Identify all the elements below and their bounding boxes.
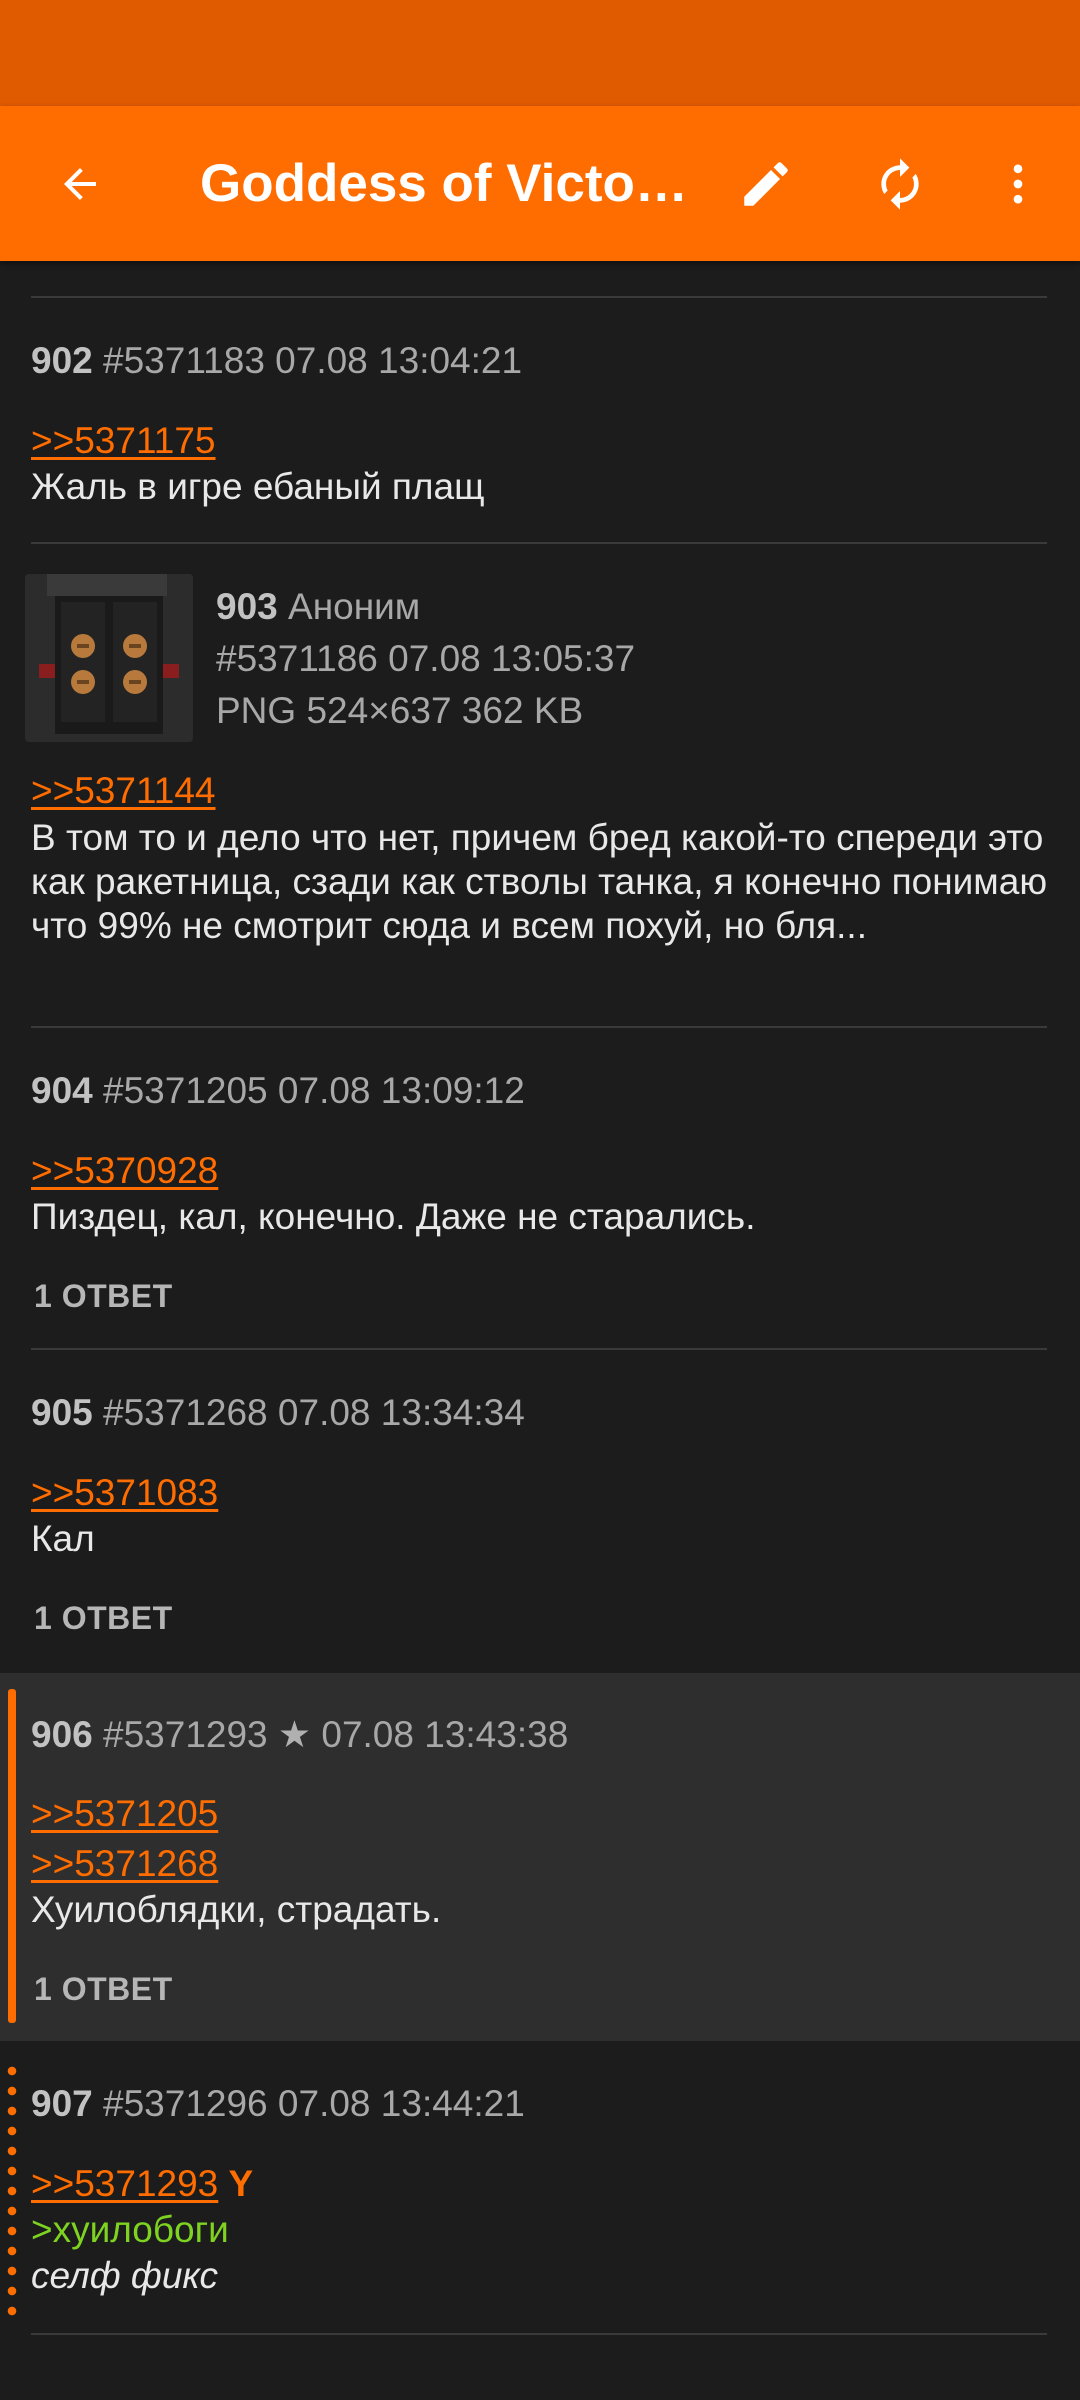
- more-options-button[interactable]: [980, 146, 1056, 222]
- reply-link[interactable]: >>5371293: [31, 2163, 218, 2204]
- post-number: 907: [31, 2083, 93, 2124]
- post-thumbnail[interactable]: [25, 574, 193, 742]
- reply-line: >>5371175: [31, 420, 216, 462]
- post-header: 904 #5371205 07.08 13:09:12: [31, 1070, 525, 1112]
- post-id-time: #5371186 07.08 13:05:37: [216, 638, 636, 679]
- reply-line: >>5371083: [31, 1472, 218, 1514]
- post-number: 902: [31, 340, 93, 381]
- post-header: 903 Аноним: [216, 586, 420, 628]
- post-id-time: #5371183 07.08 13:04:21: [103, 340, 523, 381]
- post-id-time: #5371268 07.08 13:34:34: [103, 1392, 525, 1433]
- post-text: селф фикс: [31, 2255, 218, 2296]
- post-text: В том то и дело что нет, причем бред как…: [31, 817, 1048, 946]
- replies-button[interactable]: 1 ОТВЕТ: [34, 1278, 173, 1315]
- edit-button[interactable]: [728, 146, 804, 222]
- reply-link[interactable]: >>5371083: [31, 1472, 218, 1513]
- star-icon: ★: [277, 1714, 312, 1755]
- replies-button[interactable]: 1 ОТВЕТ: [34, 1971, 173, 2008]
- post-number: 905: [31, 1392, 93, 1433]
- post-header: 907 #5371296 07.08 13:44:21: [31, 2083, 525, 2125]
- pencil-icon: [744, 162, 788, 206]
- reply-link[interactable]: >>5370928: [31, 1150, 218, 1191]
- post-author: Аноним: [288, 586, 421, 627]
- reply-line: >>5370928: [31, 1150, 218, 1192]
- highlight-bar: [8, 1689, 16, 2023]
- post-header: 906 #5371293 ★ 07.08 13:43:38: [31, 1713, 568, 1756]
- post-number: 906: [31, 1714, 93, 1755]
- reply-line: >>5371205: [31, 1793, 218, 1835]
- post-text: Кал: [31, 1518, 95, 1559]
- more-vert-icon: [1013, 164, 1023, 204]
- post-divider: [31, 2333, 1047, 2335]
- post-text: Пиздец, кал, конечно. Даже не старались.: [31, 1196, 756, 1237]
- post-905[interactable]: 905 #5371268 07.08 13:34:34 >>5371083 Ка…: [0, 1350, 1080, 1670]
- replies-button[interactable]: 1 ОТВЕТ: [34, 1600, 173, 1637]
- refresh-button[interactable]: [862, 146, 938, 222]
- thread-title: Goddess of Victory: NIKKE: [200, 154, 690, 213]
- reply-line: >>5371293 Y: [31, 2163, 253, 2205]
- refresh-icon: [881, 158, 919, 210]
- reply-line: >>5371144: [31, 770, 216, 812]
- post-header: 902 #5371183 07.08 13:04:21: [31, 340, 522, 382]
- reply-link[interactable]: >>5371205: [31, 1793, 218, 1834]
- file-info: PNG 524×637 362 KB: [216, 690, 584, 731]
- post-text: Хуилоблядки, страдать.: [31, 1889, 442, 1930]
- status-bar: [0, 0, 1080, 106]
- post-903[interactable]: 903 Аноним #5371186 07.08 13:05:37 PNG 5…: [0, 544, 1080, 987]
- post-902[interactable]: 902 #5371183 07.08 13:04:21 >>5371175 Жа…: [0, 298, 1080, 507]
- own-post-marker: [7, 2061, 17, 2325]
- post-header: 905 #5371268 07.08 13:34:34: [31, 1392, 525, 1434]
- greentext-line: >хуилобоги: [31, 2209, 229, 2250]
- post-904[interactable]: 904 #5371205 07.08 13:09:12 >>5370928 Пи…: [0, 1028, 1080, 1348]
- post-number: 903: [216, 586, 278, 627]
- thread-feed[interactable]: 902 #5371183 07.08 13:04:21 >>5371175 Жа…: [0, 261, 1080, 2400]
- post-907[interactable]: 907 #5371296 07.08 13:44:21 >>5371293 Y …: [0, 2043, 1080, 2343]
- post-text: Жаль в игре ебаный плащ: [31, 466, 485, 507]
- post-id-time: #5371296 07.08 13:44:21: [103, 2083, 525, 2124]
- arrow-back-icon: [64, 168, 96, 200]
- back-button[interactable]: [42, 146, 118, 222]
- app-bar: Goddess of Victory: NIKKE: [0, 106, 1080, 261]
- post-id: #5371293: [103, 1714, 268, 1755]
- reply-line: >>5371268: [31, 1843, 218, 1885]
- post-time: 07.08 13:43:38: [321, 1714, 569, 1755]
- reply-link[interactable]: >>5371144: [31, 770, 216, 811]
- you-marker: Y: [228, 2163, 254, 2204]
- thumbnail-image: [25, 574, 193, 742]
- post-number: 904: [31, 1070, 93, 1111]
- reply-link[interactable]: >>5371268: [31, 1843, 218, 1884]
- post-906[interactable]: 906 #5371293 ★ 07.08 13:43:38 >>5371205 …: [0, 1673, 1080, 2041]
- post-id-time: #5371205 07.08 13:09:12: [103, 1070, 525, 1111]
- reply-link[interactable]: >>5371175: [31, 420, 216, 461]
